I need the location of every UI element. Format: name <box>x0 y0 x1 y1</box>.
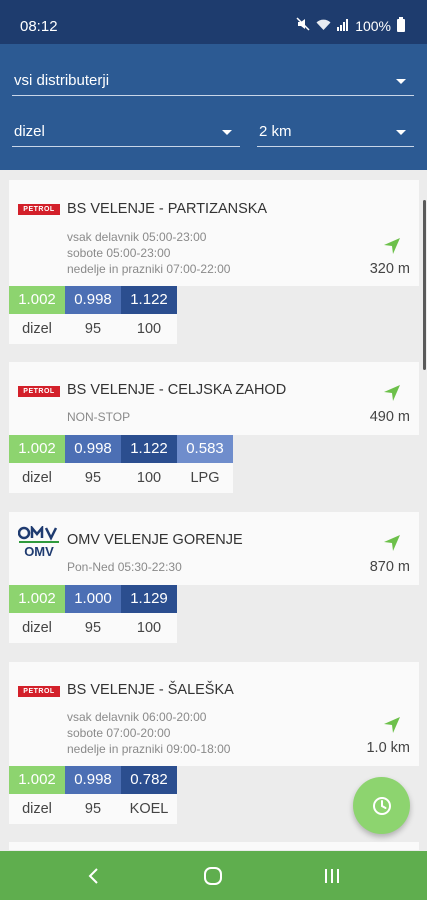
navigation-icon[interactable] <box>383 237 401 255</box>
battery-percent: 100% <box>355 17 391 34</box>
price-cell: 1.002 dizel <box>9 286 65 344</box>
scrollbar[interactable] <box>423 200 426 370</box>
price-cell: 1.002 dizel <box>9 585 65 643</box>
status-time: 08:12 <box>20 18 58 35</box>
fuel-select[interactable]: dizel <box>12 117 240 147</box>
petrol-logo: PETROL <box>18 686 60 697</box>
radius-select[interactable]: 2 km <box>257 117 414 147</box>
chevron-left-icon <box>88 868 98 884</box>
omv-logo-text: OMV <box>24 544 54 558</box>
price-cell: 0.782 KOEL <box>121 766 177 824</box>
station-card[interactable]: OMV OMV VELENJE GORENJE Pon-Ned 05:30-22… <box>9 512 419 585</box>
station-hours: vsak delavnik 06:00-20:00 sobote 07:00-2… <box>67 710 231 756</box>
price-cell: 0.998 95 <box>65 766 121 824</box>
price-table: 1.002 dizel 0.998 95 0.782 KOEL <box>9 766 177 824</box>
recents-icon <box>325 869 339 883</box>
history-fab-button[interactable] <box>353 777 410 834</box>
status-bar: 08:12 100% <box>0 0 427 44</box>
price-cell: 1.002 dizel <box>9 435 65 493</box>
navigation-icon[interactable] <box>383 716 401 734</box>
status-icons: 100% <box>296 17 405 34</box>
price-table: 1.002 dizel 0.998 95 1.122 100 <box>9 286 177 344</box>
station-card[interactable]: PETROL BS VELENJE - ŠALEŠKA vsak delavni… <box>9 662 419 766</box>
station-distance: 1.0 km <box>366 740 410 756</box>
station-hours: Pon-Ned 05:30-22:30 <box>67 560 182 574</box>
radius-select-value: 2 km <box>259 123 292 140</box>
filter-panel: vsi distributerji dizel 2 km <box>0 44 427 170</box>
clock-icon <box>372 796 391 815</box>
station-card[interactable]: PETROL BS VELENJE - CELJSKA ZAHOD NON-ST… <box>9 362 419 435</box>
battery-icon <box>397 17 405 32</box>
price-cell: 1.002 dizel <box>9 766 65 824</box>
mute-icon <box>296 17 310 34</box>
recents-button[interactable] <box>320 864 344 888</box>
price-cell: 1.000 95 <box>65 585 121 643</box>
station-name: BS VELENJE - PARTIZANSKA <box>67 201 268 217</box>
price-table: 1.002 dizel 1.000 95 1.129 100 <box>9 585 177 643</box>
chevron-down-icon <box>396 130 406 135</box>
navigation-icon[interactable] <box>383 384 401 402</box>
price-cell: 0.583 LPG <box>177 435 233 493</box>
price-cell: 0.998 95 <box>65 435 121 493</box>
distributor-select[interactable]: vsi distributerji <box>12 66 414 96</box>
price-cell: 0.998 95 <box>65 286 121 344</box>
distributor-select-value: vsi distributerji <box>14 72 110 89</box>
fuel-select-value: dizel <box>14 123 45 140</box>
back-button[interactable] <box>82 864 106 888</box>
signal-icon <box>337 18 349 34</box>
chevron-down-icon <box>396 79 406 84</box>
station-hours: vsak delavnik 05:00-23:00 sobote 05:00-2… <box>67 230 231 276</box>
price-table: 1.002 dizel 0.998 95 1.122 100 0.583 LPG <box>9 435 233 493</box>
wifi-icon <box>316 18 331 34</box>
station-name: OMV VELENJE GORENJE <box>67 532 243 548</box>
station-list[interactable]: PETROL BS VELENJE - PARTIZANSKA vsak del… <box>0 170 427 850</box>
home-icon <box>204 867 222 885</box>
station-card[interactable] <box>9 842 419 850</box>
station-name: BS VELENJE - CELJSKA ZAHOD <box>67 382 287 398</box>
petrol-logo: PETROL <box>18 204 60 215</box>
petrol-logo: PETROL <box>18 386 60 397</box>
price-cell: 1.122 100 <box>121 286 177 344</box>
omv-logo: OMV <box>18 526 59 558</box>
station-distance: 870 m <box>369 559 410 575</box>
station-card[interactable]: PETROL BS VELENJE - PARTIZANSKA vsak del… <box>9 180 419 286</box>
station-hours: NON-STOP <box>67 410 131 424</box>
price-cell: 1.129 100 <box>121 585 177 643</box>
station-name: BS VELENJE - ŠALEŠKA <box>67 682 234 698</box>
station-distance: 490 m <box>369 409 410 425</box>
home-button[interactable] <box>201 864 225 888</box>
station-distance: 320 m <box>369 261 410 277</box>
chevron-down-icon <box>222 130 232 135</box>
navigation-icon[interactable] <box>383 534 401 552</box>
system-nav-bar <box>0 851 427 900</box>
price-cell: 1.122 100 <box>121 435 177 493</box>
